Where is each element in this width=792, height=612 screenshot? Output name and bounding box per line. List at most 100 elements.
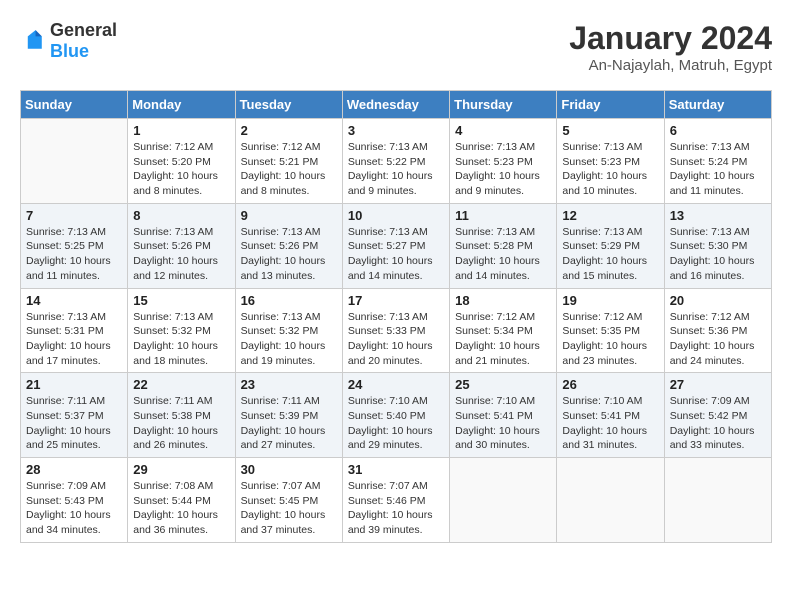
weekday-header: Monday [128, 91, 235, 119]
day-number: 14 [26, 293, 122, 308]
calendar-week-row: 28 Sunrise: 7:09 AMSunset: 5:43 PMDaylig… [21, 458, 772, 543]
calendar-cell: 15 Sunrise: 7:13 AMSunset: 5:32 PMDaylig… [128, 288, 235, 373]
calendar-cell: 1 Sunrise: 7:12 AMSunset: 5:20 PMDayligh… [128, 119, 235, 204]
day-info: Sunrise: 7:13 AMSunset: 5:25 PMDaylight:… [26, 225, 122, 284]
calendar-cell: 31 Sunrise: 7:07 AMSunset: 5:46 PMDaylig… [342, 458, 449, 543]
calendar-cell: 3 Sunrise: 7:13 AMSunset: 5:22 PMDayligh… [342, 119, 449, 204]
day-number: 24 [348, 377, 444, 392]
day-number: 12 [562, 208, 658, 223]
day-info: Sunrise: 7:12 AMSunset: 5:20 PMDaylight:… [133, 140, 229, 199]
day-number: 16 [241, 293, 337, 308]
calendar-cell [21, 119, 128, 204]
day-number: 18 [455, 293, 551, 308]
calendar-cell: 5 Sunrise: 7:13 AMSunset: 5:23 PMDayligh… [557, 119, 664, 204]
calendar-cell: 22 Sunrise: 7:11 AMSunset: 5:38 PMDaylig… [128, 373, 235, 458]
day-number: 15 [133, 293, 229, 308]
day-number: 9 [241, 208, 337, 223]
day-number: 31 [348, 462, 444, 477]
calendar-cell: 4 Sunrise: 7:13 AMSunset: 5:23 PMDayligh… [450, 119, 557, 204]
calendar-cell: 24 Sunrise: 7:10 AMSunset: 5:40 PMDaylig… [342, 373, 449, 458]
day-info: Sunrise: 7:11 AMSunset: 5:38 PMDaylight:… [133, 394, 229, 453]
day-info: Sunrise: 7:13 AMSunset: 5:31 PMDaylight:… [26, 310, 122, 369]
day-info: Sunrise: 7:09 AMSunset: 5:42 PMDaylight:… [670, 394, 766, 453]
day-info: Sunrise: 7:10 AMSunset: 5:41 PMDaylight:… [455, 394, 551, 453]
month-title: January 2024 [569, 20, 772, 57]
calendar-week-row: 21 Sunrise: 7:11 AMSunset: 5:37 PMDaylig… [21, 373, 772, 458]
calendar-week-row: 14 Sunrise: 7:13 AMSunset: 5:31 PMDaylig… [21, 288, 772, 373]
calendar-cell: 12 Sunrise: 7:13 AMSunset: 5:29 PMDaylig… [557, 203, 664, 288]
day-number: 13 [670, 208, 766, 223]
day-number: 29 [133, 462, 229, 477]
weekday-header: Thursday [450, 91, 557, 119]
day-number: 23 [241, 377, 337, 392]
weekday-header: Tuesday [235, 91, 342, 119]
calendar-cell: 28 Sunrise: 7:09 AMSunset: 5:43 PMDaylig… [21, 458, 128, 543]
day-info: Sunrise: 7:13 AMSunset: 5:28 PMDaylight:… [455, 225, 551, 284]
calendar-cell: 11 Sunrise: 7:13 AMSunset: 5:28 PMDaylig… [450, 203, 557, 288]
logo-icon [20, 27, 48, 55]
weekday-header: Sunday [21, 91, 128, 119]
day-info: Sunrise: 7:13 AMSunset: 5:26 PMDaylight:… [241, 225, 337, 284]
day-info: Sunrise: 7:10 AMSunset: 5:40 PMDaylight:… [348, 394, 444, 453]
day-number: 20 [670, 293, 766, 308]
calendar-cell [557, 458, 664, 543]
day-info: Sunrise: 7:09 AMSunset: 5:43 PMDaylight:… [26, 479, 122, 538]
day-number: 27 [670, 377, 766, 392]
day-number: 11 [455, 208, 551, 223]
day-info: Sunrise: 7:11 AMSunset: 5:39 PMDaylight:… [241, 394, 337, 453]
day-number: 28 [26, 462, 122, 477]
logo-text: General Blue [50, 20, 117, 62]
day-number: 4 [455, 123, 551, 138]
day-info: Sunrise: 7:12 AMSunset: 5:36 PMDaylight:… [670, 310, 766, 369]
weekday-header: Saturday [664, 91, 771, 119]
day-number: 2 [241, 123, 337, 138]
day-info: Sunrise: 7:13 AMSunset: 5:30 PMDaylight:… [670, 225, 766, 284]
day-number: 21 [26, 377, 122, 392]
day-number: 7 [26, 208, 122, 223]
day-number: 8 [133, 208, 229, 223]
day-info: Sunrise: 7:13 AMSunset: 5:24 PMDaylight:… [670, 140, 766, 199]
weekday-header-row: SundayMondayTuesdayWednesdayThursdayFrid… [21, 91, 772, 119]
day-info: Sunrise: 7:07 AMSunset: 5:46 PMDaylight:… [348, 479, 444, 538]
day-number: 3 [348, 123, 444, 138]
calendar-cell: 30 Sunrise: 7:07 AMSunset: 5:45 PMDaylig… [235, 458, 342, 543]
day-number: 6 [670, 123, 766, 138]
day-info: Sunrise: 7:10 AMSunset: 5:41 PMDaylight:… [562, 394, 658, 453]
calendar-cell: 27 Sunrise: 7:09 AMSunset: 5:42 PMDaylig… [664, 373, 771, 458]
day-number: 17 [348, 293, 444, 308]
calendar-week-row: 1 Sunrise: 7:12 AMSunset: 5:20 PMDayligh… [21, 119, 772, 204]
day-info: Sunrise: 7:11 AMSunset: 5:37 PMDaylight:… [26, 394, 122, 453]
weekday-header: Wednesday [342, 91, 449, 119]
calendar-cell: 8 Sunrise: 7:13 AMSunset: 5:26 PMDayligh… [128, 203, 235, 288]
weekday-header: Friday [557, 91, 664, 119]
day-info: Sunrise: 7:13 AMSunset: 5:29 PMDaylight:… [562, 225, 658, 284]
day-info: Sunrise: 7:13 AMSunset: 5:23 PMDaylight:… [562, 140, 658, 199]
calendar-cell: 21 Sunrise: 7:11 AMSunset: 5:37 PMDaylig… [21, 373, 128, 458]
logo: General Blue [20, 20, 117, 62]
day-number: 10 [348, 208, 444, 223]
page-header: General Blue January 2024 An-Najaylah, M… [20, 20, 772, 74]
day-info: Sunrise: 7:13 AMSunset: 5:26 PMDaylight:… [133, 225, 229, 284]
day-info: Sunrise: 7:13 AMSunset: 5:27 PMDaylight:… [348, 225, 444, 284]
calendar-cell: 10 Sunrise: 7:13 AMSunset: 5:27 PMDaylig… [342, 203, 449, 288]
day-info: Sunrise: 7:12 AMSunset: 5:21 PMDaylight:… [241, 140, 337, 199]
day-number: 19 [562, 293, 658, 308]
day-number: 30 [241, 462, 337, 477]
calendar-cell: 20 Sunrise: 7:12 AMSunset: 5:36 PMDaylig… [664, 288, 771, 373]
day-info: Sunrise: 7:12 AMSunset: 5:35 PMDaylight:… [562, 310, 658, 369]
day-info: Sunrise: 7:13 AMSunset: 5:32 PMDaylight:… [241, 310, 337, 369]
day-number: 25 [455, 377, 551, 392]
calendar-week-row: 7 Sunrise: 7:13 AMSunset: 5:25 PMDayligh… [21, 203, 772, 288]
day-info: Sunrise: 7:13 AMSunset: 5:32 PMDaylight:… [133, 310, 229, 369]
title-block: January 2024 An-Najaylah, Matruh, Egypt [569, 20, 772, 74]
calendar-cell: 14 Sunrise: 7:13 AMSunset: 5:31 PMDaylig… [21, 288, 128, 373]
day-info: Sunrise: 7:13 AMSunset: 5:22 PMDaylight:… [348, 140, 444, 199]
calendar-cell [450, 458, 557, 543]
calendar-cell: 6 Sunrise: 7:13 AMSunset: 5:24 PMDayligh… [664, 119, 771, 204]
calendar-table: SundayMondayTuesdayWednesdayThursdayFrid… [20, 90, 772, 543]
calendar-cell: 17 Sunrise: 7:13 AMSunset: 5:33 PMDaylig… [342, 288, 449, 373]
calendar-cell: 23 Sunrise: 7:11 AMSunset: 5:39 PMDaylig… [235, 373, 342, 458]
day-info: Sunrise: 7:13 AMSunset: 5:23 PMDaylight:… [455, 140, 551, 199]
calendar-cell: 13 Sunrise: 7:13 AMSunset: 5:30 PMDaylig… [664, 203, 771, 288]
calendar-cell [664, 458, 771, 543]
